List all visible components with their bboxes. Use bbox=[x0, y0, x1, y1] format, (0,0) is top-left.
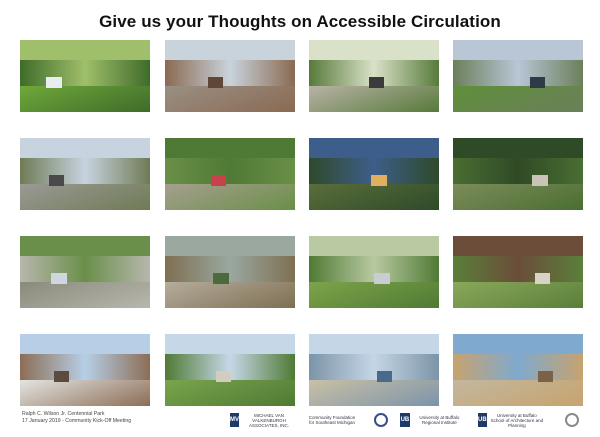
photo-ground bbox=[309, 184, 439, 210]
photo-figure bbox=[215, 371, 232, 382]
photo-foliage bbox=[165, 60, 295, 89]
photo-figure bbox=[46, 77, 62, 88]
logo-text: Community Foundation for Southeast Michi… bbox=[308, 415, 356, 425]
park-photo-12 bbox=[453, 236, 583, 308]
photo-ground bbox=[20, 86, 150, 112]
park-photo-5 bbox=[20, 138, 150, 210]
photo-foliage bbox=[165, 158, 295, 187]
park-photo-8 bbox=[453, 138, 583, 210]
footer-line-2: 17 January 2019 - Community Kick-Off Mee… bbox=[22, 418, 132, 424]
photo-ground bbox=[165, 86, 295, 112]
photo-foliage bbox=[453, 354, 583, 383]
photo-ground bbox=[453, 184, 583, 210]
school-of-architecture-logo: UB University at Buffalo School of Archit… bbox=[478, 409, 544, 431]
poster-title: Give us your Thoughts on Accessible Circ… bbox=[99, 12, 501, 31]
photo-figure bbox=[48, 175, 65, 186]
park-photo-1 bbox=[20, 40, 150, 112]
photo-figure bbox=[53, 371, 70, 382]
photo-figure bbox=[537, 371, 554, 382]
photo-ground bbox=[453, 86, 583, 112]
photo-ground bbox=[20, 282, 150, 308]
park-photo-4 bbox=[453, 40, 583, 112]
photo-ground bbox=[453, 282, 583, 308]
regional-institute-logo: UB University at Buffalo Regional Institu… bbox=[400, 409, 466, 431]
photo-ground bbox=[453, 380, 583, 406]
photo-foliage bbox=[453, 158, 583, 187]
photo-figure bbox=[532, 175, 548, 186]
photo-ground bbox=[20, 380, 150, 406]
logo-text: MICHAEL VAN VALKENBURGH ASSOCIATES, INC. bbox=[249, 412, 289, 428]
footer-credit: Ralph C. Wilson Jr. Centennial Park 17 J… bbox=[22, 411, 131, 425]
photo-figure bbox=[529, 77, 546, 88]
photo-foliage bbox=[20, 256, 150, 285]
park-photo-11 bbox=[309, 236, 439, 308]
logo-text: University at Buffalo School of Architec… bbox=[490, 412, 544, 428]
logo-text: University at Buffalo Regional Institute bbox=[419, 415, 460, 425]
logo-mark-icon: MV bbox=[230, 413, 239, 427]
footer-line-1: Ralph C. Wilson Jr. Centennial Park bbox=[22, 411, 105, 417]
park-photo-3 bbox=[309, 40, 439, 112]
photo-figure bbox=[207, 77, 224, 88]
park-photo-2 bbox=[165, 40, 295, 112]
park-photo-16 bbox=[453, 334, 583, 406]
photo-foliage bbox=[453, 60, 583, 89]
photo-figure bbox=[374, 273, 390, 284]
university-seal-logo bbox=[370, 409, 392, 431]
photo-ground bbox=[309, 282, 439, 308]
park-photo-10 bbox=[165, 236, 295, 308]
photo-foliage bbox=[20, 60, 150, 89]
photo-ground bbox=[20, 184, 150, 210]
photo-foliage bbox=[20, 354, 150, 383]
photo-ground bbox=[165, 282, 295, 308]
park-photo-13 bbox=[20, 334, 150, 406]
photo-foliage bbox=[20, 158, 150, 187]
photo-ground bbox=[165, 184, 295, 210]
photo-figure bbox=[371, 175, 387, 186]
photo-figure bbox=[213, 273, 229, 284]
photo-ground bbox=[309, 380, 439, 406]
photo-foliage bbox=[165, 256, 295, 285]
logo-mark-icon: UB bbox=[400, 413, 410, 427]
park-photo-9 bbox=[20, 236, 150, 308]
park-photo-14 bbox=[165, 334, 295, 406]
photo-figure bbox=[368, 77, 385, 88]
mvvainc-logo: MV MICHAEL VAN VALKENBURGH ASSOCIATES, IN… bbox=[230, 409, 296, 431]
photo-figure bbox=[210, 175, 227, 186]
logo-mark-icon: UB bbox=[478, 413, 487, 427]
partner-logo bbox=[558, 409, 586, 431]
photo-figure bbox=[51, 273, 67, 284]
photo-figure bbox=[534, 273, 551, 284]
emblem-icon bbox=[565, 413, 579, 427]
park-photo-15 bbox=[309, 334, 439, 406]
photo-figure bbox=[376, 371, 393, 382]
photo-ground bbox=[165, 380, 295, 406]
park-photo-7 bbox=[309, 138, 439, 210]
photo-foliage bbox=[453, 256, 583, 285]
photo-ground bbox=[309, 86, 439, 112]
seal-icon bbox=[374, 413, 388, 427]
community-foundation-logo: Community Foundation for Southeast Michi… bbox=[308, 409, 356, 431]
poster-board: Give us your Thoughts on Accessible Circ… bbox=[8, 4, 592, 433]
photo-foliage bbox=[309, 354, 439, 383]
park-photo-6 bbox=[165, 138, 295, 210]
